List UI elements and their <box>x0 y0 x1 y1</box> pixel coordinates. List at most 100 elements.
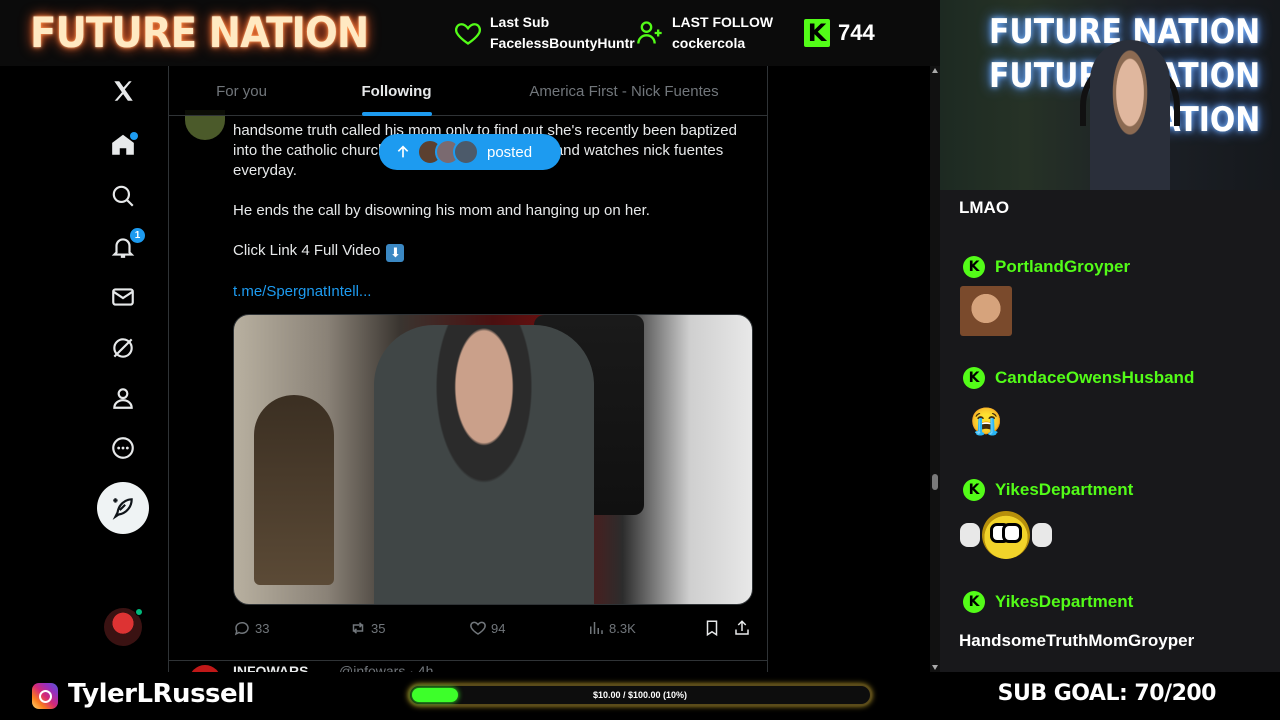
messages-icon[interactable] <box>108 282 138 312</box>
chat-username-row: K YikesDepartment <box>963 479 1133 501</box>
kick-badge-icon: K <box>963 367 985 389</box>
instagram-icon <box>32 683 58 709</box>
x-left-nav: 1 <box>97 66 149 672</box>
streamer <box>1090 40 1170 190</box>
x-app-window: 1 For you Following America First - Nick… <box>0 66 940 672</box>
like-button[interactable]: 94 <box>469 616 505 640</box>
home-unread-dot <box>130 132 138 140</box>
brand-logo: FUTURE NATION <box>30 8 369 57</box>
grok-icon[interactable] <box>108 333 138 363</box>
down-arrow-emoji-icon: ⬇ <box>386 244 405 262</box>
share-icon <box>735 620 749 635</box>
account-avatar[interactable] <box>104 608 143 646</box>
tab-list-america-first[interactable]: America First - Nick Fuentes <box>479 66 767 116</box>
next-tweet-avatar <box>189 665 221 672</box>
chat-message-text: LMAO <box>959 198 1010 217</box>
viewer-count: 744 <box>838 20 875 45</box>
last-sub-name: FacelessBountyHuntr <box>490 35 635 51</box>
home-icon[interactable] <box>108 130 138 160</box>
shocked-eyes-emote <box>958 510 1054 560</box>
emote-face <box>982 511 1030 559</box>
bookmark-button[interactable] <box>703 616 721 640</box>
tab-label: For you <box>216 82 267 100</box>
reply-icon <box>234 621 249 636</box>
last-sub-widget: Last Sub FacelessBountyHuntr <box>454 10 635 56</box>
tweet-text-paragraph: He ends the call by disowning his mom an… <box>233 202 650 219</box>
next-tweet-handle: @infowars · 4h <box>339 663 434 672</box>
tweet-text-line: Click Link 4 Full Video <box>233 242 381 259</box>
online-status-dot <box>135 608 143 616</box>
next-tweet-author: INFOWARS <box>233 663 309 672</box>
home-timeline: For you Following America First - Nick F… <box>168 66 768 672</box>
tweet-text-paragraph: Click Link 4 Full Video ⬇ <box>233 241 753 262</box>
active-tab-indicator <box>361 112 432 116</box>
scroll-up-arrow-icon[interactable] <box>932 68 938 73</box>
notification-badge: 1 <box>130 228 145 243</box>
scroll-down-arrow-icon[interactable] <box>932 665 938 670</box>
next-tweet-preview[interactable]: INFOWARS @infowars · 4h <box>169 660 767 672</box>
webcam-feed: FUTURE NATION FUTURE NATION NATION <box>940 0 1280 190</box>
repost-button[interactable]: 35 <box>349 616 385 640</box>
emote-hand <box>1032 523 1052 547</box>
search-icon[interactable] <box>108 181 138 211</box>
kick-badge-icon: K <box>963 591 985 613</box>
tab-label: Following <box>361 82 432 100</box>
stream-top-bar: FUTURE NATION Last Sub FacelessBountyHun… <box>0 0 940 66</box>
last-follow-name: cockercola <box>672 35 746 51</box>
tweet-video-thumbnail[interactable] <box>233 314 753 605</box>
kick-badge-icon: K <box>963 479 985 501</box>
views-icon <box>590 622 603 634</box>
reply-button[interactable]: 33 <box>233 616 269 640</box>
tweet-link[interactable]: t.me/SpergnatIntell... <box>233 282 753 302</box>
notifications-icon[interactable]: 1 <box>108 228 145 262</box>
heart-icon <box>455 23 481 45</box>
laughing-man-emote <box>960 286 1012 336</box>
new-posts-pill[interactable]: posted <box>379 134 561 170</box>
view-count: 8.3K <box>609 620 636 636</box>
last-sub-label: Last Sub <box>490 14 550 30</box>
sub-goal-text: SUB GOAL: 70/200 <box>997 681 1217 706</box>
timeline-tabs: For you Following America First - Nick F… <box>169 66 767 116</box>
like-count: 94 <box>491 620 506 636</box>
profile-icon[interactable] <box>108 383 138 413</box>
chat-username[interactable]: YikesDepartment <box>995 592 1133 612</box>
views-button[interactable]: 8.3K <box>587 616 636 640</box>
chat-username-row: K CandaceOwensHusband <box>963 367 1194 389</box>
arrow-up-icon <box>397 145 409 158</box>
x-logo-icon[interactable] <box>108 76 138 106</box>
compose-post-button[interactable] <box>97 482 149 534</box>
tweet-actions: 33 35 94 8.3K <box>233 616 753 640</box>
page-scrollbar[interactable] <box>930 66 940 672</box>
emote-hand <box>960 523 980 547</box>
kick-badge-icon: K <box>963 256 985 278</box>
tab-label: America First - Nick Fuentes <box>529 82 719 100</box>
donation-goal-bar: $10.00 / $100.00 (10%) <box>408 684 872 706</box>
add-user-icon <box>637 21 662 44</box>
share-button[interactable] <box>733 616 751 640</box>
tab-following[interactable]: Following <box>314 66 479 116</box>
chat-message-text: HandsomeTruthMomGroyper <box>959 631 1195 650</box>
new-posts-label: posted <box>487 143 533 161</box>
chat-username-row: K PortlandGroyper <box>963 256 1130 278</box>
chat-username[interactable]: PortlandGroyper <box>995 257 1130 277</box>
tab-for-you[interactable]: For you <box>169 66 314 116</box>
heart-icon <box>470 621 486 635</box>
pill-avatar <box>453 139 479 165</box>
stream-layout: FUTURE NATION Last Sub FacelessBountyHun… <box>0 0 1280 720</box>
reply-count: 33 <box>255 620 270 636</box>
chat-username[interactable]: CandaceOwensHusband <box>995 368 1194 388</box>
stream-bottom-bar: TylerLRussell $10.00 / $100.00 (10%) SUB… <box>0 672 1280 720</box>
instagram-handle: TylerLRussell <box>68 679 254 709</box>
repost-count: 35 <box>371 620 386 636</box>
last-follow-label: LAST FOLLOW <box>672 14 774 30</box>
scrollbar-thumb[interactable] <box>932 474 938 490</box>
bookmark-icon <box>706 620 718 637</box>
last-follow-widget: LAST FOLLOW cockercola <box>636 10 773 56</box>
repost-icon <box>352 622 364 634</box>
more-icon[interactable] <box>108 433 138 463</box>
chat-username-row: K YikesDepartment <box>963 591 1133 613</box>
crying-emoji: 😭 <box>970 406 1003 436</box>
chat-username[interactable]: YikesDepartment <box>995 480 1133 500</box>
donation-goal-text: $10.00 / $100.00 (10%) <box>592 690 688 700</box>
kick-logo-icon: K <box>804 19 830 47</box>
